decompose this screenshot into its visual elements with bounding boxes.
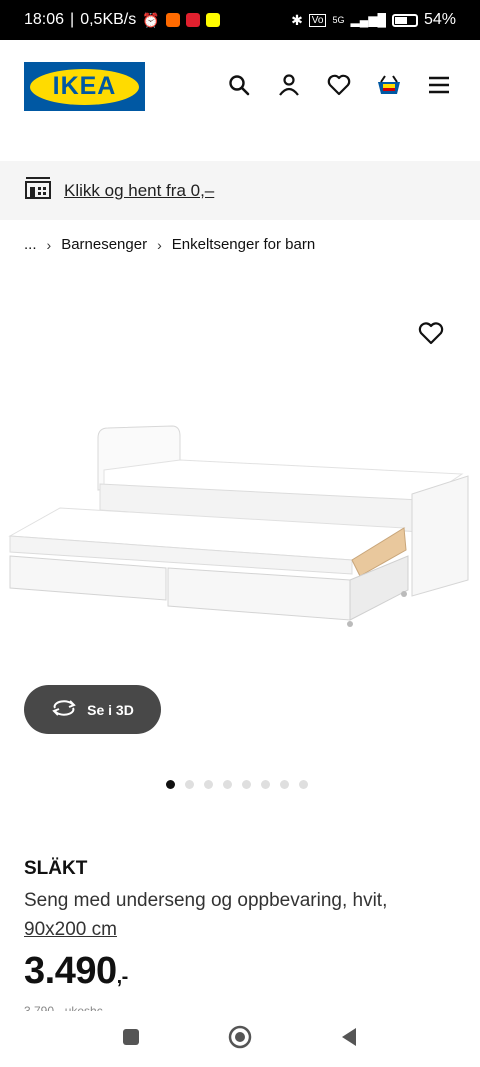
header-actions <box>226 72 452 98</box>
recent-apps-button[interactable] <box>122 1028 140 1051</box>
breadcrumb-item-barnesenger[interactable]: Barnesenger <box>61 236 147 253</box>
pagination-dot[interactable] <box>299 780 308 789</box>
product-price: 3.490,- <box>24 950 128 993</box>
search-icon[interactable] <box>226 72 252 98</box>
product-size-link[interactable]: 90x200 cm <box>24 919 117 940</box>
product-image <box>8 425 469 627</box>
site-header: IKEA <box>0 40 480 160</box>
bluetooth-icon: ✱ <box>291 11 303 28</box>
pagination-dot[interactable] <box>185 780 194 789</box>
snapchat-icon <box>205 13 220 27</box>
battery-level: 54% <box>423 11 456 28</box>
status-speed: 0,5KB/s <box>80 11 137 28</box>
back-button[interactable] <box>340 1027 358 1052</box>
battery-icon <box>391 13 418 27</box>
pagination-dot[interactable] <box>261 780 270 789</box>
price-cents: ,- <box>116 966 129 988</box>
product-description: Seng med underseng og oppbevaring, hvit,… <box>24 886 464 944</box>
heart-icon[interactable] <box>326 72 352 98</box>
chevron-right-icon: › <box>157 236 162 253</box>
breadcrumb: ... › Barnesenger › Enkeltsenger for bar… <box>24 236 315 253</box>
breadcrumb-item-enkeltsenger[interactable]: Enkeltsenger for barn <box>172 236 315 253</box>
home-button[interactable] <box>228 1025 252 1054</box>
pagination-dot[interactable] <box>204 780 213 789</box>
pagination-dot[interactable] <box>223 780 232 789</box>
alarm-icon: ⏰ <box>142 11 160 28</box>
chevron-right-icon: › <box>46 236 52 253</box>
breadcrumb-ellipsis[interactable]: ... <box>24 236 37 253</box>
status-separator: | <box>70 11 75 28</box>
pagination-dot[interactable] <box>280 780 289 789</box>
logo-oval: IKEA <box>30 68 139 105</box>
volte-icon: Vo <box>308 13 327 27</box>
system-nav-bar <box>0 1011 480 1067</box>
app-icon-red <box>185 13 200 27</box>
network-label: 5G <box>332 15 345 25</box>
logo-text: IKEA <box>52 72 117 100</box>
click-collect-label[interactable]: Klikk og hent fra 0,– <box>64 181 214 201</box>
view-3d-label: Se i 3D <box>87 701 134 718</box>
status-time: 18:06 <box>24 11 65 28</box>
app-icon-orange <box>165 13 180 27</box>
product-name: SLÄKT <box>24 858 88 879</box>
price-main: 3.490 <box>24 950 117 992</box>
store-icon <box>24 176 52 205</box>
rotate-3d-icon <box>51 699 77 720</box>
pagination-dot[interactable] <box>242 780 251 789</box>
ikea-logo[interactable]: IKEA <box>24 62 145 111</box>
click-collect-banner[interactable]: Klikk og hent fra 0,– <box>0 161 480 220</box>
view-3d-button[interactable]: Se i 3D <box>24 685 161 734</box>
favourite-heart-icon[interactable] <box>418 322 444 348</box>
image-pagination <box>166 780 308 789</box>
status-bar: 18:06 | 0,5KB/s ⏰ ✱ Vo 5G ▂▄▆█ 54% <box>0 0 480 40</box>
basket-icon[interactable] <box>376 72 402 98</box>
profile-icon[interactable] <box>276 72 302 98</box>
pagination-dot[interactable] <box>166 780 175 789</box>
signal-icon: ▂▄▆█ <box>350 13 386 27</box>
menu-icon[interactable] <box>426 72 452 98</box>
product-gallery[interactable]: Se i 3D <box>0 300 480 789</box>
product-description-text: Seng med underseng og oppbevaring, hvit, <box>24 890 388 911</box>
